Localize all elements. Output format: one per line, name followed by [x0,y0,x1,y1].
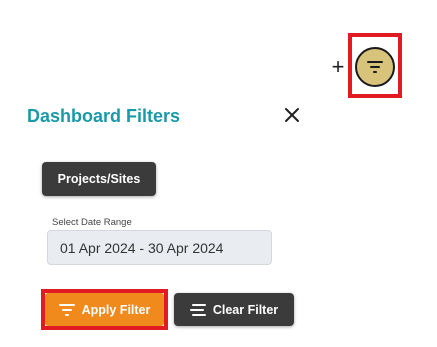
clear-filter-label: Clear Filter [212,302,279,317]
filter-icon [367,61,383,73]
filter-toggle-button[interactable] [355,47,395,87]
clear-filter-button[interactable]: Clear Filter [174,293,294,326]
dashboard-filter-page: + Dashboard Filters Projects/Sites Selec… [0,0,437,347]
plus-icon[interactable]: + [329,56,347,78]
projects-sites-button[interactable]: Projects/Sites [42,162,156,196]
lines-icon [189,303,206,316]
date-range-label: Select Date Range [52,217,132,228]
apply-filter-label: Apply Filter [81,302,151,317]
panel-title: Dashboard Filters [27,106,181,126]
date-range-input[interactable]: 01 Apr 2024 - 30 Apr 2024 [47,230,272,265]
close-icon[interactable] [283,106,301,124]
filter-icon [58,303,75,316]
apply-filter-button[interactable]: Apply Filter [45,293,164,326]
